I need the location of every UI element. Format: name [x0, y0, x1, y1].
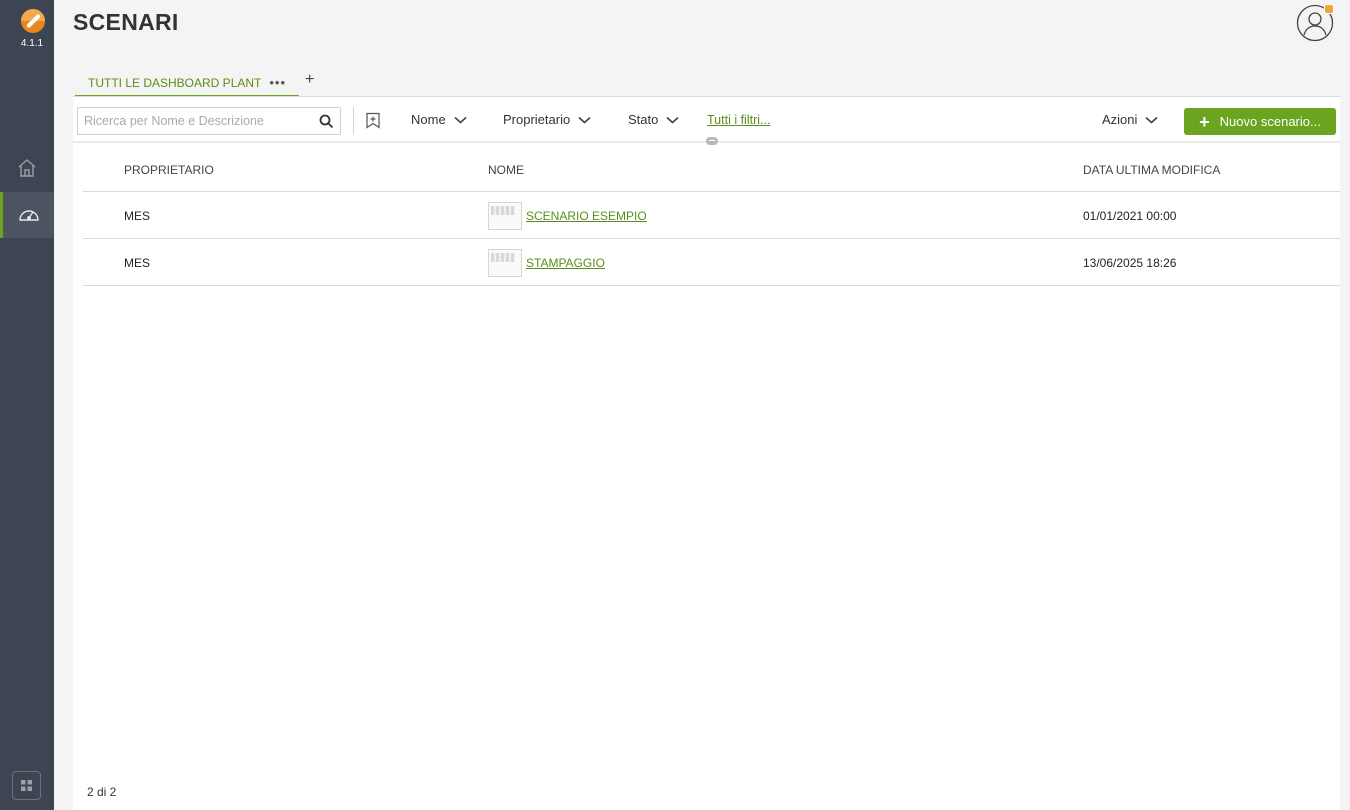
chevron-down-icon [454, 116, 467, 124]
scenario-name-link[interactable]: STAMPAGGIO [526, 256, 605, 270]
app-logo[interactable] [21, 9, 45, 33]
column-header-proprietario[interactable]: PROPRIETARIO [124, 163, 214, 177]
sidebar: 4.1.1 [0, 0, 54, 810]
chevron-down-icon [578, 116, 591, 124]
filter-nome-label: Nome [411, 112, 446, 127]
toolbar-divider [353, 107, 354, 135]
sidebar-item-home[interactable] [0, 145, 54, 191]
chevron-down-icon [666, 116, 679, 124]
scenario-name-link[interactable]: SCENARIO ESEMPIO [526, 209, 647, 223]
chevron-down-icon [1145, 116, 1158, 124]
page-scrollbar[interactable] [1340, 60, 1350, 810]
scenarios-table: PROPRIETARIO NOME DATA ULTIMA MODIFICA M… [83, 145, 1340, 286]
home-icon [18, 159, 36, 177]
all-filters-link[interactable]: Tutti i filtri... [707, 113, 770, 127]
tab-label: TUTTI LE DASHBOARD PLANT [88, 75, 262, 90]
bookmark-add-icon[interactable] [365, 112, 381, 129]
search-input[interactable] [78, 108, 313, 134]
filter-stato[interactable]: Stato [628, 112, 679, 127]
user-avatar[interactable] [1296, 4, 1334, 42]
row-modified-date: 01/01/2021 00:00 [1083, 209, 1177, 223]
results-count: 2 di 2 [87, 785, 117, 799]
filter-proprietario[interactable]: Proprietario [503, 112, 591, 127]
actions-dropdown[interactable]: Azioni [1102, 112, 1158, 127]
tab-tutti-le-dashboard-plant[interactable]: TUTTI LE DASHBOARD PLANT ••• [75, 70, 300, 97]
new-scenario-label: Nuovo scenario... [1219, 114, 1321, 129]
app-version: 4.1.1 [20, 38, 44, 49]
column-header-nome[interactable]: NOME [488, 163, 524, 177]
page-title: SCENARI [73, 9, 179, 35]
filter-nome[interactable]: Nome [411, 112, 467, 127]
table-row[interactable]: MES SCENARIO ESEMPIO 01/01/2021 00:00 [83, 192, 1340, 239]
main-panel: Nome Proprietario Stato Tutti i filtri..… [73, 96, 1340, 810]
plus-icon: + [1199, 111, 1210, 132]
sidebar-item-dashboard[interactable] [0, 192, 54, 238]
row-modified-date: 13/06/2025 18:26 [1083, 256, 1177, 270]
scenario-thumbnail [488, 202, 522, 230]
filter-panel-handle[interactable] [706, 137, 718, 145]
add-tab-button[interactable]: + [305, 71, 314, 89]
table-header: PROPRIETARIO NOME DATA ULTIMA MODIFICA [83, 145, 1340, 192]
notification-badge [1324, 4, 1334, 14]
search-icon[interactable] [319, 114, 334, 129]
sidebar-apps-button[interactable] [12, 771, 41, 800]
actions-label: Azioni [1102, 112, 1138, 127]
scenario-thumbnail [488, 249, 522, 277]
search-box [77, 107, 341, 135]
tab-more-icon[interactable]: ••• [269, 75, 286, 90]
filter-stato-label: Stato [628, 112, 659, 127]
new-scenario-button[interactable]: + Nuovo scenario... [1184, 108, 1336, 135]
column-header-data-ultima-modifica[interactable]: DATA ULTIMA MODIFICA [1083, 163, 1220, 177]
table-row[interactable]: MES STAMPAGGIO 13/06/2025 18:26 [83, 239, 1340, 286]
dashboard-gauge-icon [18, 210, 39, 221]
apps-grid-icon [21, 780, 32, 791]
row-owner: MES [124, 209, 151, 223]
filter-proprietario-label: Proprietario [503, 112, 571, 127]
toolbar: Nome Proprietario Stato Tutti i filtri..… [73, 97, 1340, 145]
row-owner: MES [124, 256, 151, 270]
